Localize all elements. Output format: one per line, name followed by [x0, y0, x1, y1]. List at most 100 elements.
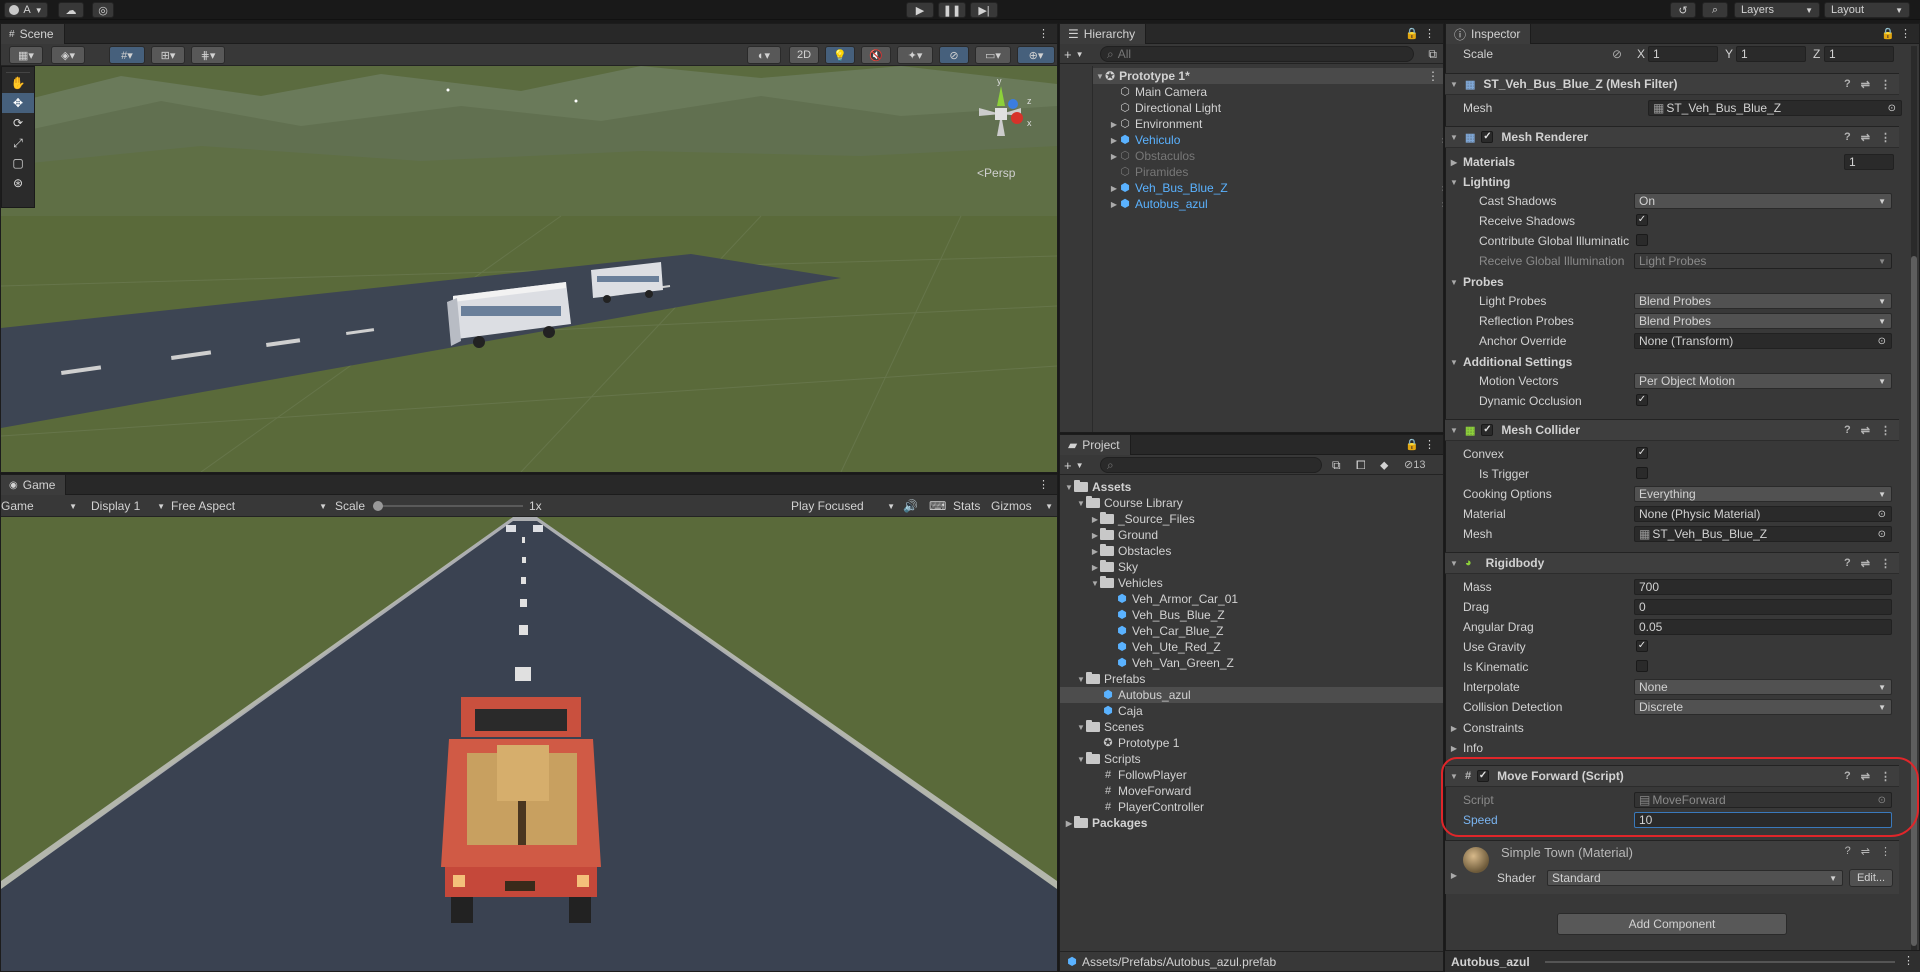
hierarchy-item[interactable]: ▶⬢Vehiculo›: [1109, 132, 1443, 148]
collab-button[interactable]: ◎: [92, 2, 114, 18]
scene-viewport[interactable]: ✋ ✥ ⟳ ⤢ ▢ ⊛ y z x <Persp: [1, 66, 1057, 472]
probes-foldout[interactable]: ▼ Probes: [1445, 274, 1504, 290]
drag-field[interactable]: 0: [1634, 599, 1892, 615]
lighting-foldout[interactable]: ▼ Lighting: [1445, 174, 1510, 190]
project-folder[interactable]: ▼ Assets: [1064, 479, 1131, 495]
cooking-options-dropdown[interactable]: Everything ▼: [1634, 486, 1892, 502]
hierarchy-search-input[interactable]: ⌕ All: [1100, 46, 1414, 62]
enabled-checkbox[interactable]: ✓: [1481, 131, 1494, 143]
mass-field[interactable]: 700: [1634, 579, 1892, 595]
search-by-type-icon[interactable]: ⧉: [1332, 458, 1341, 473]
scene-search-icon[interactable]: ⧉: [1428, 47, 1437, 62]
enabled-checkbox[interactable]: ✓: [1477, 770, 1490, 782]
project-asset[interactable]: ⬢ Veh_Car_Blue_Z: [1116, 623, 1223, 639]
create-asset-dropdown[interactable]: + ▼: [1064, 457, 1094, 473]
dynamic-occlusion-checkbox[interactable]: ✓: [1636, 394, 1648, 406]
help-icon[interactable]: ?: [1844, 770, 1851, 783]
projection-label[interactable]: <Persp: [977, 166, 1015, 180]
use-gravity-checkbox[interactable]: ✓: [1636, 640, 1648, 652]
create-dropdown[interactable]: + ▼: [1064, 46, 1094, 62]
camera-dropdown[interactable]: ▭▾: [975, 46, 1011, 64]
component-more-icon[interactable]: ⋮: [1880, 845, 1891, 858]
enabled-checkbox[interactable]: ✓: [1481, 424, 1494, 436]
rigidbody-header[interactable]: ▼ ◕ Rigidbody ? ⇌ ⋮: [1445, 552, 1899, 574]
project-folder[interactable]: ▼ Scripts: [1076, 751, 1141, 767]
grid-visibility-dropdown[interactable]: ⋕▾: [191, 46, 225, 64]
tab-game[interactable]: ◉ Game: [1, 475, 67, 495]
project-asset[interactable]: ⬢ Veh_Bus_Blue_Z: [1116, 607, 1225, 623]
tab-project[interactable]: ▰ Project: [1060, 435, 1131, 455]
collider-material-field[interactable]: None (Physic Material) ⊙: [1634, 506, 1892, 522]
speed-field[interactable]: 10: [1634, 812, 1892, 828]
materials-count-field[interactable]: 1: [1844, 154, 1894, 170]
component-more-icon[interactable]: ⋮: [1880, 78, 1891, 91]
light-probes-dropdown[interactable]: Blend Probes ▼: [1634, 293, 1892, 309]
preset-icon[interactable]: ⇌: [1861, 770, 1870, 783]
effects-dropdown[interactable]: ✦▾: [897, 46, 933, 64]
play-focused-dropdown[interactable]: Play Focused ▼: [791, 498, 895, 514]
project-asset[interactable]: # MoveForward: [1102, 783, 1191, 799]
motion-vectors-dropdown[interactable]: Per Object Motion ▼: [1634, 373, 1892, 389]
scale-x-field[interactable]: 1: [1648, 46, 1718, 62]
component-more-icon[interactable]: ⋮: [1880, 131, 1891, 144]
visibility-toggle[interactable]: ⊘: [939, 46, 969, 64]
hierarchy-item[interactable]: ⬡ Main Camera: [1109, 84, 1207, 100]
component-more-icon[interactable]: ⋮: [1880, 770, 1891, 783]
aspect-dropdown[interactable]: Free Aspect ▼: [171, 498, 327, 514]
project-folder[interactable]: ▶ Obstacles: [1090, 543, 1171, 559]
hierarchy-item[interactable]: ▶⬢Autobus_azul›: [1109, 196, 1443, 212]
materials-foldout[interactable]: ▶ Materials: [1445, 154, 1515, 170]
project-asset[interactable]: ✪ Prototype 1: [1102, 735, 1179, 751]
mesh-renderer-header[interactable]: ▼ ▦ ✓ Mesh Renderer ? ⇌ ⋮: [1445, 126, 1899, 148]
cloud-button[interactable]: ☁: [58, 2, 84, 18]
project-asset[interactable]: ⬢ Veh_Armor_Car_01: [1116, 591, 1238, 607]
lock-icon[interactable]: 🔒: [1881, 27, 1895, 40]
project-folder[interactable]: ▶ Ground: [1090, 527, 1158, 543]
material-foldout-icon[interactable]: ▶: [1449, 871, 1459, 880]
rotate-tool-icon[interactable]: ⟳: [2, 113, 34, 133]
project-asset[interactable]: ⬢ Caja: [1102, 703, 1143, 719]
project-folder[interactable]: ▶ Sky: [1090, 559, 1138, 575]
cast-shadows-dropdown[interactable]: On ▼: [1634, 193, 1892, 209]
inspector-scrollbar[interactable]: [1911, 46, 1917, 951]
project-folder[interactable]: ▼ Course Library: [1076, 495, 1183, 511]
project-folder[interactable]: ▼ Prefabs: [1076, 671, 1145, 687]
filter-type-icon[interactable]: ⧠: [1356, 458, 1366, 473]
is-kinematic-checkbox[interactable]: [1636, 660, 1648, 672]
help-icon[interactable]: ?: [1845, 845, 1851, 858]
constrain-proportions-icon[interactable]: ⊘: [1612, 47, 1622, 61]
scale-z-field[interactable]: 1: [1824, 46, 1894, 62]
preview-divider[interactable]: [1545, 961, 1895, 963]
scale-slider[interactable]: [373, 501, 523, 511]
game-viewport[interactable]: [1, 517, 1057, 971]
move-forward-header[interactable]: ▼ # ✓ Move Forward (Script) ? ⇌ ⋮: [1445, 765, 1899, 787]
help-icon[interactable]: ?: [1844, 557, 1851, 570]
hierarchy-item[interactable]: ⬡ Directional Light: [1109, 100, 1221, 116]
hierarchy-more-icon[interactable]: ⋮: [1424, 27, 1435, 40]
reflection-probes-dropdown[interactable]: Blend Probes ▼: [1634, 313, 1892, 329]
lock-icon[interactable]: 🔒: [1405, 438, 1419, 451]
help-icon[interactable]: ?: [1844, 424, 1851, 437]
preset-icon[interactable]: ⇌: [1861, 845, 1870, 858]
component-more-icon[interactable]: ⋮: [1880, 424, 1891, 437]
component-more-icon[interactable]: ⋮: [1880, 557, 1891, 570]
draw-mode-dropdown[interactable]: ▦▾: [9, 46, 43, 64]
project-folder[interactable]: ▶ Packages: [1064, 815, 1147, 831]
anchor-override-field[interactable]: None (Transform) ⊙: [1634, 333, 1892, 349]
edit-shader-button[interactable]: Edit...: [1849, 869, 1893, 887]
project-asset[interactable]: # PlayerController: [1102, 799, 1204, 815]
hierarchy-item[interactable]: ▶ ⬡ Obstaculos: [1109, 148, 1195, 164]
toggle-2d-button[interactable]: 2D: [789, 46, 819, 64]
display-dropdown[interactable]: Display 1 ▼: [91, 498, 165, 514]
preset-icon[interactable]: ⇌: [1861, 424, 1870, 437]
additional-settings-foldout[interactable]: ▼ Additional Settings: [1445, 354, 1572, 370]
project-asset[interactable]: ⬢ Veh_Van_Green_Z: [1116, 655, 1234, 671]
tab-hierarchy[interactable]: ☰ Hierarchy: [1060, 24, 1147, 44]
footer-more-icon[interactable]: ⋮: [1903, 954, 1914, 967]
lock-icon[interactable]: 🔒: [1405, 27, 1419, 40]
scene-more-icon[interactable]: ⋮: [1038, 27, 1049, 40]
mesh-collider-header[interactable]: ▼ ▦ ✓ Mesh Collider ? ⇌ ⋮: [1445, 419, 1899, 441]
move-tool-icon[interactable]: ✥: [2, 93, 34, 113]
gizmos-dropdown[interactable]: ⊕▾: [1017, 46, 1055, 64]
interpolate-dropdown[interactable]: None ▼: [1634, 679, 1892, 695]
